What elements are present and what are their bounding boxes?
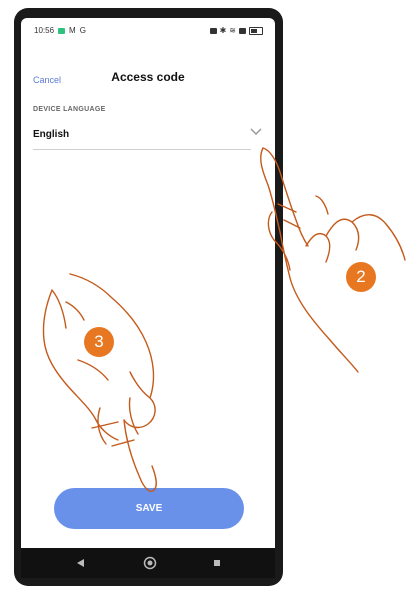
status-left: 10:56 M G bbox=[34, 26, 86, 35]
device-language-label: DEVICE LANGUAGE bbox=[33, 106, 106, 113]
recent-apps-icon[interactable] bbox=[212, 558, 222, 568]
device-language-value: English bbox=[33, 129, 70, 140]
mail-icon: M bbox=[69, 26, 76, 35]
page-title: Access code bbox=[111, 70, 185, 84]
notification-icon bbox=[58, 27, 66, 34]
wifi-icon: ≋ bbox=[229, 26, 236, 35]
app-screen: 10:56 M G ✱ ≋ Cancel Access code DEVICE … bbox=[21, 18, 275, 548]
device-language-select[interactable]: English bbox=[33, 127, 262, 150]
home-icon[interactable] bbox=[143, 556, 157, 570]
google-icon: G bbox=[79, 26, 86, 35]
chevron-down-icon[interactable] bbox=[249, 127, 263, 137]
status-right: ✱ ≋ bbox=[209, 26, 263, 35]
status-time: 10:56 bbox=[34, 26, 55, 35]
save-button[interactable]: SAVE bbox=[54, 488, 244, 529]
step-badge-3: 3 bbox=[84, 327, 114, 357]
battery-icon bbox=[249, 26, 263, 35]
step-badge-2: 2 bbox=[346, 262, 376, 292]
header: Cancel Access code bbox=[21, 60, 275, 90]
android-nav-bar bbox=[21, 548, 275, 578]
nfc-icon bbox=[209, 27, 217, 34]
cast-icon bbox=[239, 27, 246, 34]
back-icon[interactable] bbox=[76, 558, 86, 568]
bluetooth-icon: ✱ bbox=[219, 26, 227, 35]
status-bar: 10:56 M G ✱ ≋ bbox=[21, 18, 275, 46]
